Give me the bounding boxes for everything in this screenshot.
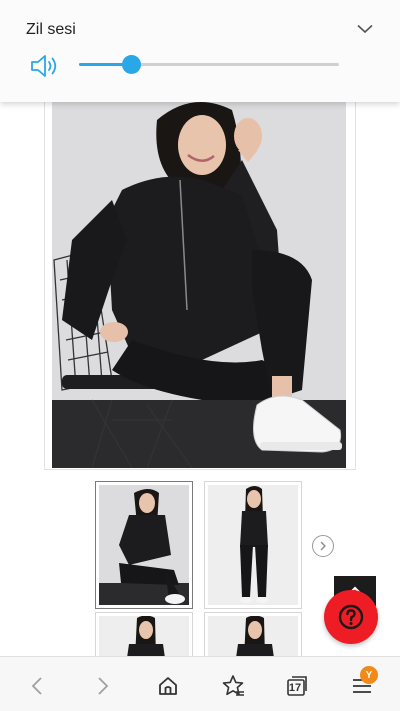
back-icon xyxy=(31,677,42,695)
tabs-count: 17 xyxy=(288,682,302,694)
thumbnail-3[interactable] xyxy=(95,612,193,660)
thumbnail-1-image xyxy=(99,485,189,605)
volume-slider-thumb[interactable] xyxy=(122,55,141,74)
home-button[interactable] xyxy=(153,671,183,701)
volume-slider[interactable] xyxy=(79,55,339,74)
tabs-button[interactable]: 17 xyxy=(282,671,312,701)
bookmark-star-icon xyxy=(222,675,244,696)
thumbnail-4-illustration xyxy=(208,616,298,656)
thumbnail-3-illustration xyxy=(99,616,189,656)
back-button[interactable] xyxy=(22,671,52,701)
next-thumbnail-button[interactable] xyxy=(312,535,334,557)
forward-button[interactable] xyxy=(88,671,118,701)
browser-bottom-bar: 17 xyxy=(0,656,400,711)
chevron-right-icon xyxy=(320,541,326,551)
speaker-icon[interactable] xyxy=(30,53,60,79)
chevron-down-icon xyxy=(357,24,373,34)
thumbnail-1-illustration xyxy=(99,485,189,605)
thumbnail-2[interactable] xyxy=(204,481,302,609)
question-mark-icon xyxy=(338,604,364,630)
forward-icon xyxy=(98,677,109,695)
model-photo-illustration xyxy=(52,100,346,468)
thumbnail-4[interactable] xyxy=(204,612,302,660)
home-icon xyxy=(159,677,177,695)
thumbnail-4-image xyxy=(208,616,298,656)
screen: Zil sesi 17 Y xyxy=(0,0,400,711)
thumbnail-3-image xyxy=(99,616,189,656)
thumbnail-1[interactable] xyxy=(95,481,193,609)
main-product-photo[interactable] xyxy=(52,100,346,468)
volume-expand-button[interactable] xyxy=(354,19,376,39)
thumbnail-2-image xyxy=(208,485,298,605)
bookmarks-button[interactable] xyxy=(218,671,248,701)
help-button[interactable] xyxy=(324,590,378,644)
volume-panel: Zil sesi xyxy=(0,0,400,102)
thumbnail-2-illustration xyxy=(208,485,298,605)
menu-notification-badge: Y xyxy=(360,666,378,684)
volume-panel-title: Zil sesi xyxy=(26,21,76,38)
